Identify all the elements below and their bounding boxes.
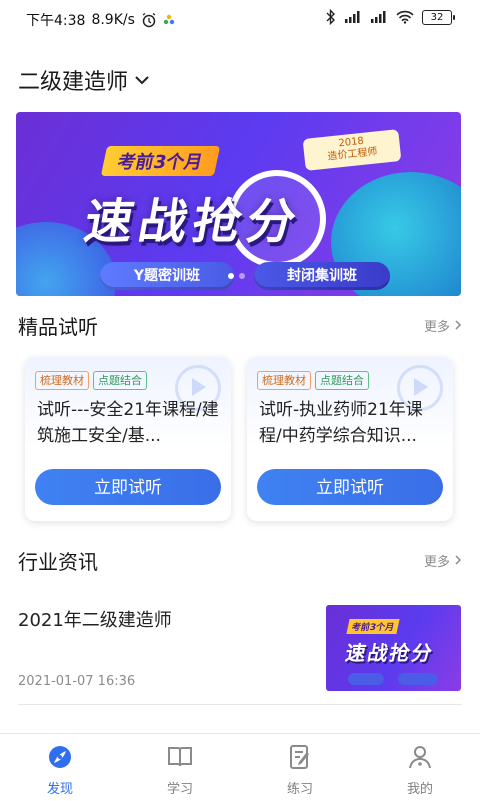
status-time: 下午4:38 (26, 13, 86, 29)
banner-pill-right: 封闭集训班 (254, 262, 390, 290)
app-notification-icon (163, 14, 175, 25)
card-title: 试听-执业药师21年课程/中药学综合知识... (259, 400, 423, 446)
thumb-pill (348, 673, 384, 685)
tab-label: 我的 (406, 782, 433, 797)
promo-banner[interactable]: 考前3个月 2018 造价工程师 速战抢分 Y题密训班 封闭集训班 (16, 112, 461, 296)
more-label: 更多 (423, 554, 450, 570)
section-title: 精品试听 (18, 314, 98, 339)
thumb-pill (398, 673, 438, 685)
chevron-down-icon (135, 76, 149, 85)
banner-pill-left: Y题密训班 (100, 262, 234, 290)
tab-discover[interactable]: 发现 (0, 734, 120, 801)
user-icon (409, 746, 431, 769)
status-left: 下午4:38 8.9K/s (26, 10, 175, 30)
thumb-headline: 速战抢分 (343, 641, 436, 665)
more-link[interactable]: 更多 (424, 551, 462, 570)
pagination-dot (228, 273, 234, 279)
tab-practice[interactable]: 练习 (240, 734, 360, 801)
card-tags: 梳理教材 点题结合 (35, 371, 147, 390)
news-timestamp: 2021-01-07 16:36 (18, 674, 136, 689)
pagination-dot (239, 273, 245, 279)
tab-study[interactable]: 学习 (120, 734, 240, 801)
more-link[interactable]: 更多 (424, 316, 462, 335)
divider (18, 704, 462, 705)
tag-chip: 梳理教材 (35, 371, 89, 390)
section-premium-trial: 精品试听 更多 (18, 310, 462, 340)
news-thumbnail: 考前3个月 速战抢分 (326, 605, 461, 691)
tag-chip: 点题结合 (93, 371, 147, 390)
banner-tagline: 考前3个月 (100, 146, 220, 176)
wifi-icon (396, 10, 414, 24)
trial-listen-button[interactable]: 立即试听 (257, 469, 443, 505)
section-industry-news: 行业资讯 更多 (18, 545, 462, 575)
news-title: 2021年二级建造师 (18, 610, 172, 631)
status-right: 32 (326, 9, 455, 25)
status-speed: 8.9K/s (91, 12, 135, 28)
more-label: 更多 (423, 319, 450, 335)
banner-pagination (228, 273, 245, 279)
trial-card[interactable]: 梳理教材 点题结合 试听-执业药师21年课程/中药学综合知识... 立即试听 (247, 357, 453, 521)
compass-icon (49, 746, 71, 768)
bottom-tab-bar: 发现 学习 练习 我的 (0, 733, 480, 801)
banner-headline: 速战抢分 (80, 194, 307, 250)
trial-listen-button[interactable]: 立即试听 (35, 469, 221, 505)
banner-year-badge: 2018 造价工程师 (302, 129, 402, 171)
section-title: 行业资讯 (18, 549, 98, 574)
chevron-right-icon (455, 555, 462, 565)
tab-label: 练习 (286, 782, 313, 797)
status-bar: 下午4:38 8.9K/s 32 (0, 0, 480, 36)
chevron-right-icon (455, 320, 462, 330)
tab-profile[interactable]: 我的 (360, 734, 480, 801)
bluetooth-icon (326, 9, 335, 25)
battery-icon: 32 (422, 9, 455, 25)
card-tags: 梳理教材 点题结合 (257, 371, 369, 390)
card-title: 试听---安全21年课程/建筑施工安全/基... (37, 400, 219, 446)
alarm-icon (142, 12, 156, 28)
tab-label: 学习 (166, 782, 193, 797)
page-title: 二级建造师 (18, 70, 129, 95)
notepad-pen-icon (290, 745, 309, 769)
signal-icon-1 (345, 11, 360, 23)
tab-label: 发现 (46, 782, 73, 797)
signal-icon-2 (371, 11, 386, 23)
book-icon (168, 747, 192, 767)
tag-chip: 点题结合 (315, 371, 369, 390)
tag-chip: 梳理教材 (257, 371, 311, 390)
exam-selector[interactable]: 二级建造师 (18, 62, 150, 98)
thumb-tagline: 考前3个月 (346, 619, 400, 634)
trial-card[interactable]: 梳理教材 点题结合 试听---安全21年课程/建筑施工安全/基... 立即试听 (25, 357, 231, 521)
